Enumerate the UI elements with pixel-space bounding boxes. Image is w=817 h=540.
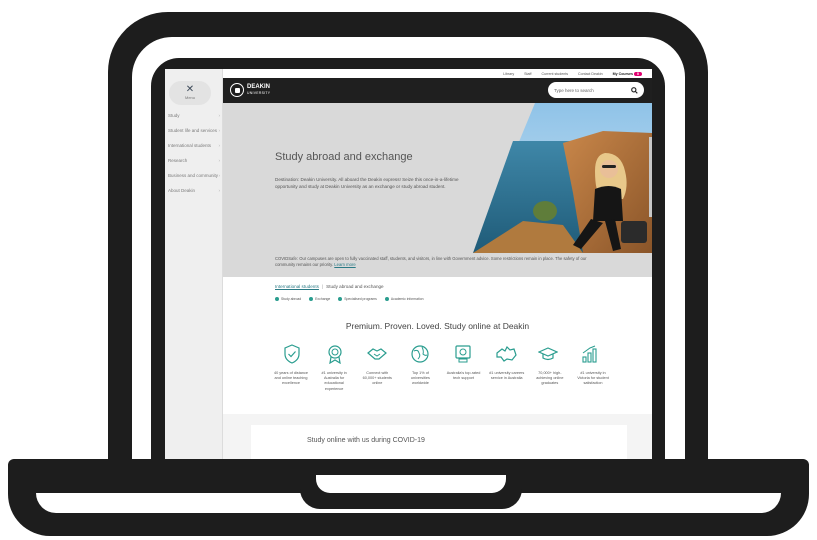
sidebar-item-student-life[interactable]: Student life and services › xyxy=(168,128,220,134)
scrollbar-thumb[interactable] xyxy=(649,137,652,217)
study-online-heading: Study online with us during COVID-19 xyxy=(307,437,425,444)
feature-text: #1 university in Australia for education… xyxy=(321,371,347,391)
globe-icon xyxy=(402,341,438,367)
feature-labels-row: 40 years of distance and online teaching… xyxy=(273,371,611,392)
pill-label: Exchange xyxy=(315,297,331,301)
in-page-nav: Study abroad Exchange Specialised progra… xyxy=(275,297,423,301)
my-courses-label: My Courses xyxy=(612,71,633,76)
handshake-icon xyxy=(359,341,395,367)
courses-count-badge: 0 xyxy=(634,71,642,76)
sidebar-item-study[interactable]: Study › xyxy=(168,113,220,119)
chevron-right-icon: › xyxy=(218,143,221,148)
dot-icon xyxy=(384,297,389,301)
sidebar-item-label: About Deakin xyxy=(168,188,196,193)
breadcrumb-international-link[interactable]: International students xyxy=(275,284,319,289)
award-medal-icon xyxy=(317,341,353,367)
feature-text: Top 1% of universities worldwide xyxy=(410,371,430,386)
deakin-logo[interactable]: DEAKIN UNIVERSITY xyxy=(230,83,270,97)
sidebar-item-label: Research xyxy=(168,158,188,163)
pill-academic-information[interactable]: Academic information xyxy=(384,297,424,301)
breadcrumb-current: Study abroad and exchange xyxy=(326,284,384,289)
pill-label: Specialised programs xyxy=(344,297,377,301)
covid-notice-text: COVIDSafe: Our campuses are open to full… xyxy=(275,256,587,267)
sidebar-item-about[interactable]: About Deakin › xyxy=(168,188,220,194)
main-content: Library Staff Current students Contact D… xyxy=(223,69,652,459)
chevron-right-icon: › xyxy=(218,158,221,163)
menu-button[interactable]: ✕ Menu xyxy=(169,81,211,105)
pill-label: Academic information xyxy=(390,297,424,301)
my-courses-link[interactable]: My Courses 0 xyxy=(612,71,642,76)
sidebar-item-label: Study xyxy=(168,113,180,118)
feature-text: Australia's top-rated tech support xyxy=(446,371,481,381)
sidebar-item-business[interactable]: Business and community › xyxy=(168,173,220,179)
search-icon[interactable] xyxy=(631,86,638,94)
breadcrumb-separator: | xyxy=(321,284,324,289)
chevron-right-icon: › xyxy=(218,113,221,118)
chevron-right-icon: › xyxy=(218,173,221,178)
pill-specialised-programs[interactable]: Specialised programs xyxy=(338,297,377,301)
feature-text: 70,000+ high-achieving online graduates xyxy=(536,371,564,386)
util-link-current-students[interactable]: Current students xyxy=(541,72,568,76)
premium-heading: Premium. Proven. Loved. Study online at … xyxy=(345,321,530,331)
page-title: Study abroad and exchange xyxy=(275,151,413,163)
site-header: DEAKIN UNIVERSITY xyxy=(223,78,652,103)
pill-exchange[interactable]: Exchange xyxy=(309,297,330,301)
bar-chart-icon xyxy=(573,341,609,367)
utility-bar: Library Staff Current students Contact D… xyxy=(223,69,652,78)
covid-learn-more-link[interactable]: Learn more xyxy=(334,262,355,267)
feature-icons-row xyxy=(274,341,609,367)
dot-icon xyxy=(275,297,279,301)
sidebar-item-international[interactable]: International students › xyxy=(168,143,220,149)
util-link-contact[interactable]: Contact Deakin xyxy=(578,72,603,76)
breadcrumb: International students | Study abroad and … xyxy=(275,284,384,289)
dot-icon xyxy=(338,297,343,301)
feature-text: 40 years of distance and online teaching… xyxy=(274,371,308,386)
logo-sub: UNIVERSITY xyxy=(247,91,271,95)
hero-banner: Study abroad and exchange Destination: D… xyxy=(223,103,652,253)
menu-label: Menu xyxy=(184,95,195,100)
search-box[interactable] xyxy=(548,82,644,98)
covid-notice: COVIDSafe: Our campuses are open to full… xyxy=(223,253,652,277)
laptop-trackpad-notch-inner xyxy=(316,475,506,493)
util-link-library[interactable]: Library xyxy=(503,72,514,76)
sidebar-item-label: International students xyxy=(168,143,212,148)
hero-description: Destination: Deakin University. All aboa… xyxy=(275,177,459,189)
laptop-screen: ✕ Menu Study › Student life and services ›… xyxy=(165,69,652,459)
feature-text: #1 university in Victoria for student sa… xyxy=(577,371,609,386)
sidebar-nav: Study › Student life and services › Intern… xyxy=(168,113,220,203)
shield-check-icon xyxy=(274,341,310,367)
close-icon: ✕ xyxy=(185,84,195,95)
util-link-staff[interactable]: Staff xyxy=(524,72,531,76)
sidebar-item-label: Student life and services xyxy=(168,128,218,133)
australia-map-icon xyxy=(488,341,524,367)
tech-support-icon xyxy=(445,341,481,367)
pill-label: Study abroad xyxy=(281,297,302,301)
search-input[interactable] xyxy=(554,87,624,93)
graduation-cap-icon xyxy=(530,341,566,367)
chevron-right-icon: › xyxy=(218,188,221,193)
logo-mark-icon xyxy=(230,83,244,97)
dot-icon xyxy=(309,297,314,301)
pill-study-abroad[interactable]: Study abroad xyxy=(275,297,301,301)
sidebar-item-label: Business and community xyxy=(168,173,219,178)
sidebar: ✕ Menu Study › Student life and services ›… xyxy=(165,69,223,459)
feature-text: Connect with 60,000+ students online xyxy=(362,371,392,386)
sidebar-item-research[interactable]: Research › xyxy=(168,158,220,164)
feature-text: #1 university careers service in Austral… xyxy=(489,371,525,381)
chevron-right-icon: › xyxy=(218,128,221,133)
